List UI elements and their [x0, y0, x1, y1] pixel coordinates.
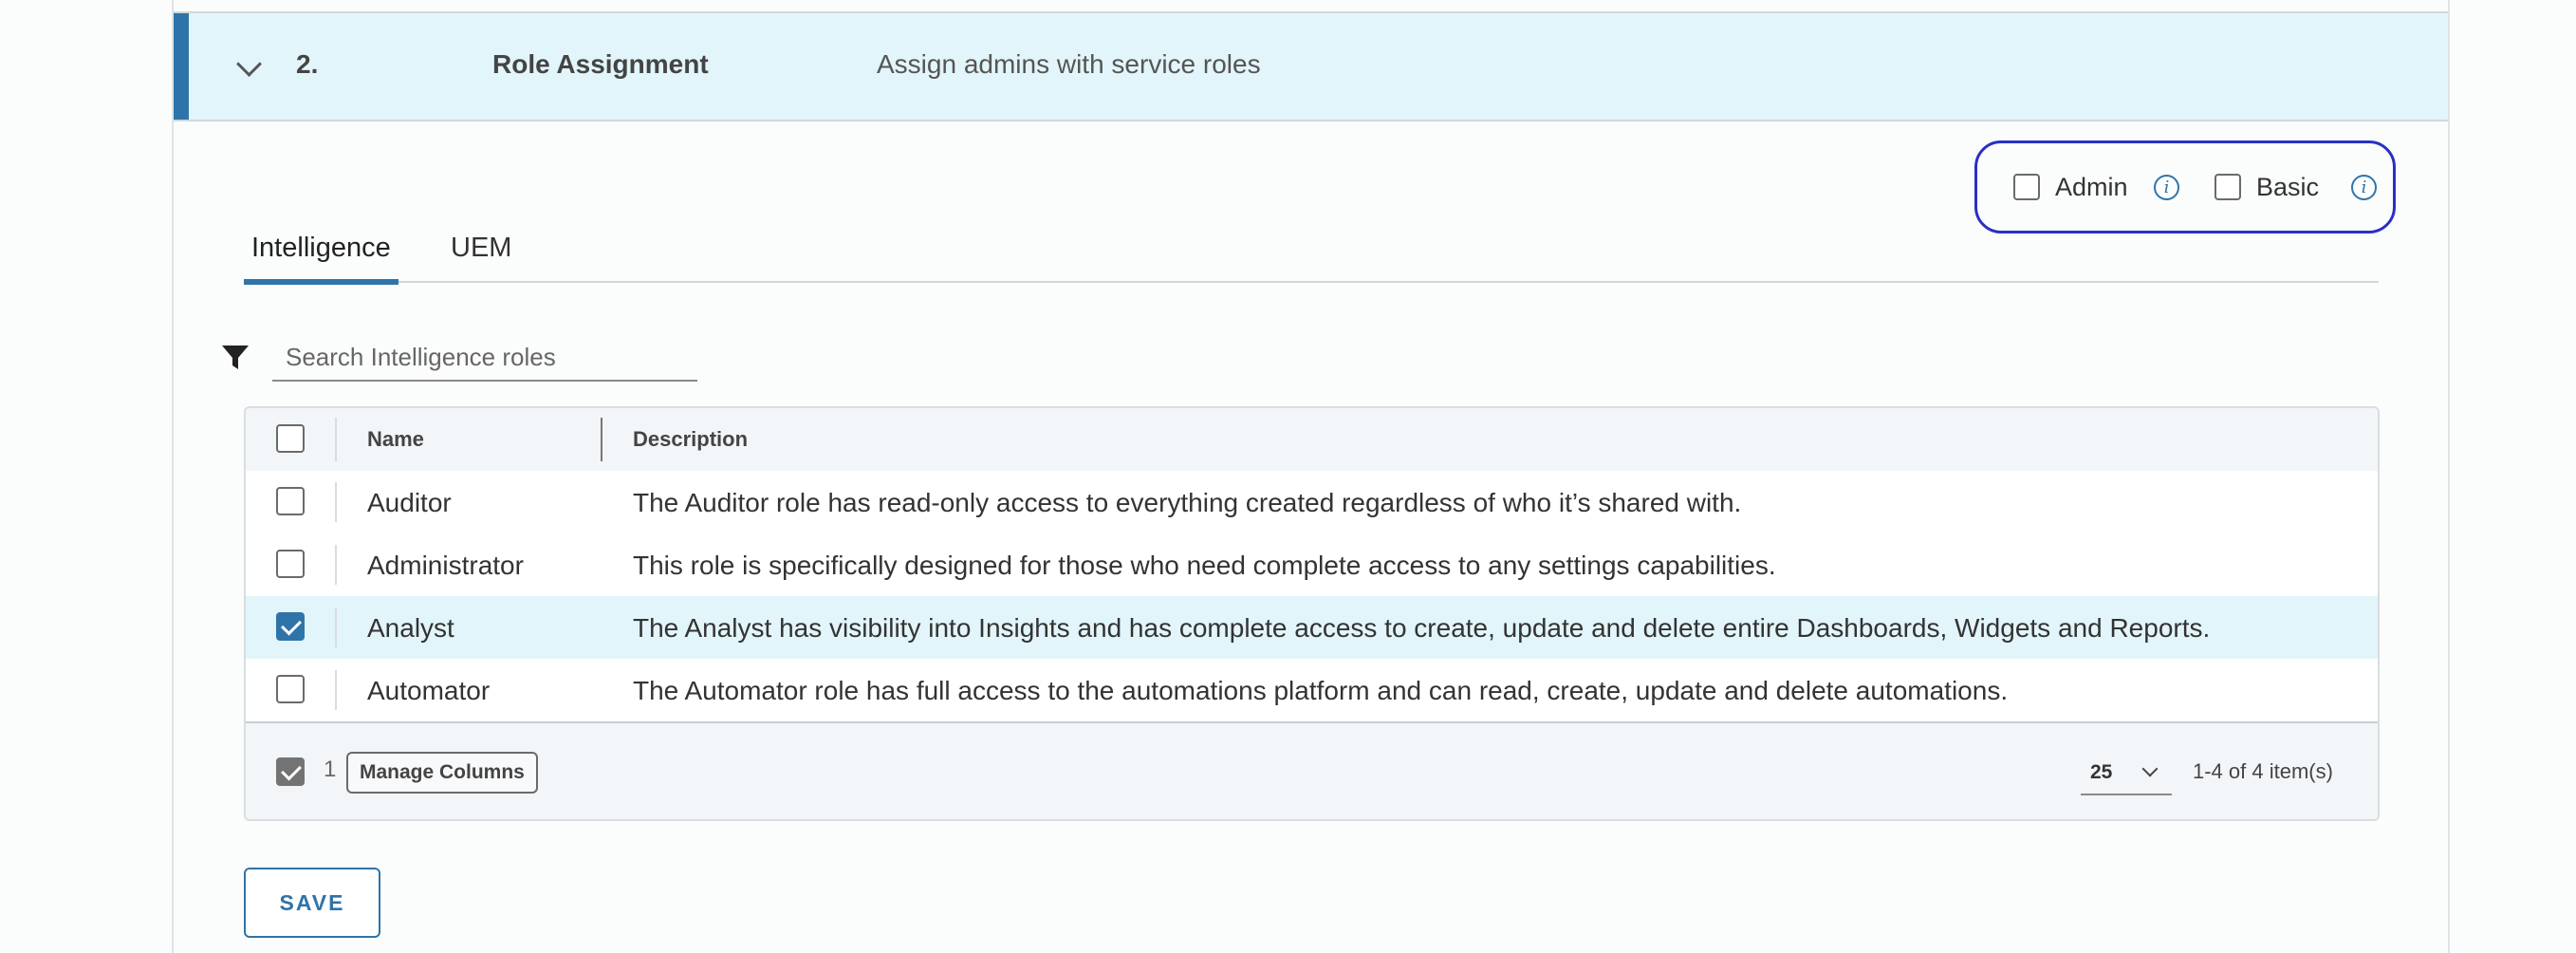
step-accent-bar [174, 13, 189, 120]
pagination-summary: 1-4 of 4 item(s) [2193, 759, 2333, 783]
select-all-checkbox[interactable] [276, 424, 305, 453]
info-icon[interactable]: i [2154, 175, 2179, 200]
filter-icon[interactable] [221, 344, 250, 372]
column-separator [335, 545, 337, 585]
step-title: Role Assignment [492, 49, 709, 79]
admin-label: Admin [2055, 173, 2128, 201]
role-name: Analyst [367, 613, 454, 643]
row-checkbox[interactable] [276, 612, 305, 641]
service-tabs: Intelligence UEM [244, 234, 2379, 285]
basic-label: Basic [2256, 173, 2320, 201]
column-separator [335, 482, 337, 522]
step-number: 2. [296, 49, 319, 79]
role-name: Administrator [367, 551, 524, 580]
chevron-down-icon [2141, 760, 2159, 777]
table-row[interactable]: Automator The Automator role has full ac… [246, 659, 2378, 723]
step-header[interactable]: 2. Role Assignment Assign admins with se… [174, 11, 2448, 121]
save-button[interactable]: SAVE [244, 868, 380, 938]
role-description: The Auditor role has read-only access to… [633, 488, 1742, 517]
chevron-down-icon[interactable] [236, 51, 262, 77]
column-separator [335, 418, 337, 461]
info-icon[interactable]: i [2351, 175, 2377, 200]
role-name: Auditor [367, 488, 452, 517]
column-header-name[interactable]: Name [367, 427, 424, 452]
column-separator [335, 607, 337, 647]
role-type-selector: Admin i Basic i [1974, 140, 2396, 234]
roles-table: Name Description Auditor The Auditor rol… [244, 406, 2380, 821]
row-checkbox[interactable] [276, 550, 305, 578]
role-description: The Automator role has full access to th… [633, 676, 2009, 705]
row-checkbox[interactable] [276, 675, 305, 703]
manage-columns-button[interactable]: Manage Columns [346, 752, 538, 794]
tab-intelligence[interactable]: Intelligence [244, 234, 398, 285]
table-row[interactable]: Analyst The Analyst has visibility into … [246, 596, 2378, 661]
basic-checkbox[interactable] [2215, 174, 2241, 200]
column-resize-handle[interactable] [601, 418, 602, 461]
column-header-description[interactable]: Description [633, 427, 748, 452]
search-input[interactable] [272, 338, 697, 376]
table-footer: 1 Manage Columns 25 1-4 of 4 item(s) [246, 721, 2378, 819]
selected-count: 1 [324, 757, 337, 782]
row-checkbox[interactable] [276, 487, 305, 515]
page-size-value: 25 [2090, 761, 2113, 783]
tab-uem[interactable]: UEM [443, 234, 519, 279]
page-size-select[interactable]: 25 [2081, 752, 2172, 795]
role-name: Automator [367, 676, 491, 705]
step-subtitle: Assign admins with service roles [877, 49, 1261, 79]
admin-checkbox[interactable] [2013, 174, 2040, 200]
column-separator [335, 670, 337, 710]
table-header: Name Description [246, 408, 2378, 473]
table-row[interactable]: Administrator This role is specifically … [246, 533, 2378, 598]
search-field [272, 338, 697, 382]
selection-toggle-checkbox[interactable] [276, 757, 305, 786]
role-description: This role is specifically designed for t… [633, 551, 1776, 580]
wizard-panel: 2. Role Assignment Assign admins with se… [172, 0, 2450, 953]
table-row[interactable]: Auditor The Auditor role has read-only a… [246, 471, 2378, 535]
role-description: The Analyst has visibility into Insights… [633, 613, 2211, 643]
